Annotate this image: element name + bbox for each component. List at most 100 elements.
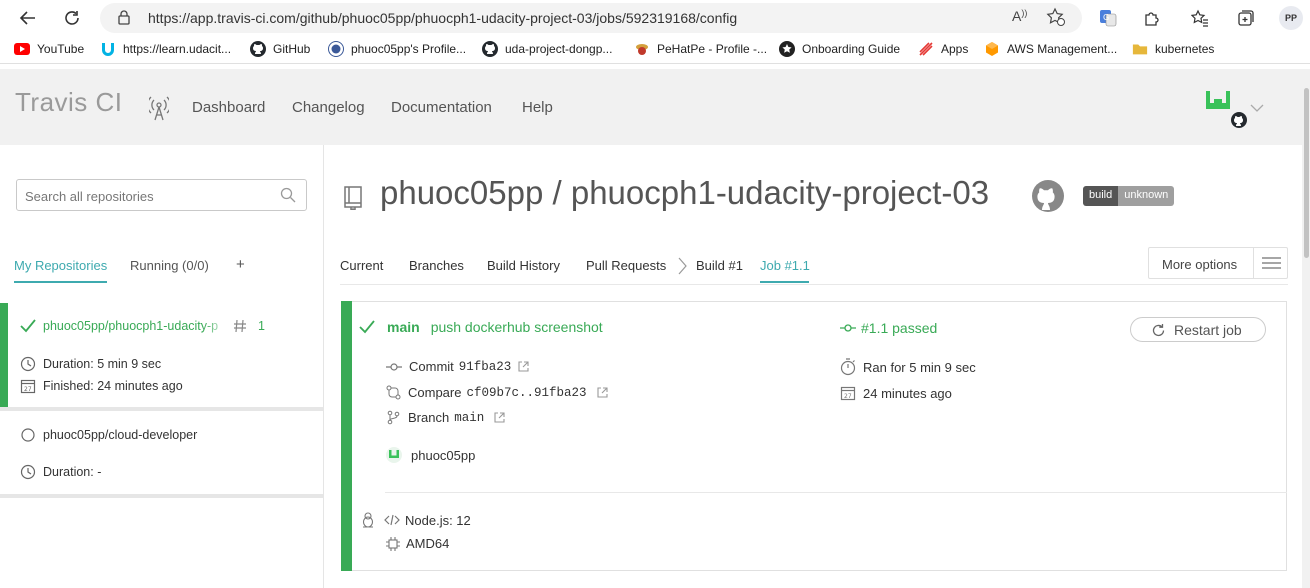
refresh-button[interactable] bbox=[60, 6, 84, 30]
external-link-icon[interactable] bbox=[518, 361, 529, 372]
bookmark-aws[interactable]: AWS Management... bbox=[984, 41, 1117, 57]
travis-logo[interactable]: Travis CI bbox=[15, 87, 123, 118]
branch-value-link[interactable]: main bbox=[454, 411, 484, 425]
sidebar: Search all repositories My Repositories … bbox=[0, 145, 324, 588]
svg-text:27: 27 bbox=[24, 386, 32, 393]
build-number-link[interactable]: 1 bbox=[258, 319, 265, 333]
favorite-button[interactable] bbox=[1046, 7, 1066, 30]
commit-label: Commit bbox=[409, 359, 454, 374]
browser-toolbar: https://app.travis-ci.com/github/phuoc05… bbox=[0, 0, 1310, 36]
external-link-icon[interactable] bbox=[596, 387, 608, 398]
translate-extension-button[interactable]: G bbox=[1098, 8, 1118, 28]
nav-dashboard[interactable]: Dashboard bbox=[192, 99, 265, 116]
bookmark-github[interactable]: GitHub bbox=[250, 41, 310, 57]
bookmark-apps[interactable]: Apps bbox=[918, 41, 968, 57]
repo-item-phuocph1-udacity[interactable]: phuoc05pp/phuocph1-udacity-p 1 Duration:… bbox=[0, 303, 323, 411]
repo-name-link[interactable]: phuoc05pp/cloud-developer bbox=[43, 428, 197, 442]
favorites-list-icon bbox=[1191, 9, 1208, 27]
tabs-divider bbox=[340, 284, 1288, 285]
bookmark-pehatpe[interactable]: PeHatPe - Profile -... bbox=[634, 41, 767, 57]
favorites-button[interactable] bbox=[1190, 8, 1210, 28]
bookmarks-bar: YouTube https://learn.udacit... GitHub p… bbox=[0, 36, 1310, 64]
commit-hash-link[interactable]: 91fba23 bbox=[459, 360, 512, 374]
extensions-button[interactable] bbox=[1142, 8, 1162, 28]
nav-changelog[interactable]: Changelog bbox=[292, 99, 365, 116]
url-text[interactable]: https://app.travis-ci.com/github/phuoc05… bbox=[148, 10, 737, 26]
back-arrow-icon bbox=[19, 11, 35, 25]
hash-icon bbox=[233, 319, 247, 333]
cpu-icon bbox=[386, 536, 400, 551]
compare-label: Compare bbox=[408, 385, 462, 400]
arch-text: AMD64 bbox=[406, 536, 450, 551]
repo-name-title[interactable]: phuocph1-udacity-project-03 bbox=[571, 174, 989, 211]
hamburger-menu-icon[interactable] bbox=[1253, 248, 1288, 278]
bookmark-profile[interactable]: phuoc05pp's Profile... bbox=[328, 41, 466, 57]
bookmark-label: PeHatPe - Profile -... bbox=[657, 42, 768, 56]
job-header: main push dockerhub screenshot bbox=[359, 319, 603, 335]
broadcast-icon[interactable] bbox=[146, 95, 172, 124]
build-status-badge[interactable]: build unknown bbox=[1083, 186, 1175, 206]
language-row: Node.js: 12 bbox=[361, 512, 471, 528]
job-state: #1.1 passed bbox=[840, 320, 937, 336]
bookmark-youtube[interactable]: YouTube bbox=[14, 41, 84, 57]
tab-pull-requests[interactable]: Pull Requests bbox=[586, 258, 666, 273]
tab-add-repository[interactable]: + bbox=[236, 256, 245, 273]
travis-header: Travis CI Dashboard Changelog Documentat… bbox=[0, 69, 1302, 145]
tab-job-1-1[interactable]: Job #1.1 bbox=[760, 258, 810, 273]
repo-item-cloud-developer[interactable]: phuoc05pp/cloud-developer Duration: - bbox=[0, 414, 323, 498]
tab-underline bbox=[14, 281, 107, 283]
github-link-icon[interactable] bbox=[1032, 180, 1064, 215]
tab-build-history[interactable]: Build History bbox=[487, 258, 560, 273]
bookmark-label: YouTube bbox=[37, 42, 85, 56]
search-input[interactable]: Search all repositories bbox=[16, 179, 307, 211]
repo-name-link[interactable]: phuoc05pp/phuocph1-udacity-p bbox=[43, 319, 231, 333]
calendar-icon: 27 bbox=[840, 385, 856, 401]
external-link-icon[interactable] bbox=[494, 412, 505, 423]
repo-owner-link[interactable]: phuoc05pp bbox=[380, 174, 543, 211]
restart-job-label: Restart job bbox=[1174, 322, 1242, 338]
nav-documentation[interactable]: Documentation bbox=[391, 99, 492, 116]
bookmark-uda-project[interactable]: uda-project-dongp... bbox=[482, 41, 612, 57]
job-state-label: #1.1 passed bbox=[861, 320, 938, 336]
address-bar[interactable]: https://app.travis-ci.com/github/phuoc05… bbox=[100, 3, 1082, 33]
chevron-down-icon[interactable] bbox=[1250, 101, 1264, 115]
restart-job-button[interactable]: Restart job bbox=[1130, 317, 1266, 342]
more-options-button[interactable]: More options bbox=[1148, 247, 1288, 279]
collections-icon bbox=[1238, 10, 1254, 26]
job-branch-link[interactable]: main bbox=[387, 319, 420, 335]
bookmark-kubernetes[interactable]: kubernetes bbox=[1132, 41, 1214, 57]
scrollbar-thumb[interactable] bbox=[1304, 88, 1309, 258]
profile-avatar[interactable]: PP bbox=[1279, 6, 1303, 30]
read-aloud-icon: A bbox=[1012, 8, 1022, 24]
bookmark-label: Apps bbox=[941, 42, 969, 56]
nav-help[interactable]: Help bbox=[522, 99, 553, 116]
divider bbox=[0, 407, 323, 411]
collections-button[interactable] bbox=[1236, 8, 1256, 28]
author-row: phuoc05pp bbox=[386, 447, 475, 463]
compare-range-link[interactable]: cf09b7c..91fba23 bbox=[466, 386, 586, 400]
page-title: phuoc05pp / phuocph1-udacity-project-03 bbox=[380, 174, 989, 212]
more-options-label: More options bbox=[1162, 257, 1238, 272]
commit-message-link[interactable]: push dockerhub screenshot bbox=[431, 319, 603, 335]
tab-build-1[interactable]: Build #1 bbox=[696, 258, 743, 273]
refresh-icon bbox=[65, 11, 79, 25]
search-icon bbox=[280, 187, 296, 206]
back-button[interactable] bbox=[16, 6, 40, 30]
tab-running[interactable]: Running (0/0) bbox=[130, 258, 209, 273]
tab-my-repositories[interactable]: My Repositories bbox=[14, 258, 107, 273]
bookmark-label: https://learn.udacit... bbox=[123, 42, 232, 56]
tab-current[interactable]: Current bbox=[340, 258, 383, 273]
bookmark-udacity[interactable]: https://learn.udacit... bbox=[100, 41, 231, 57]
branch-icon bbox=[386, 410, 401, 425]
card-divider bbox=[385, 492, 1287, 493]
tab-branches[interactable]: Branches bbox=[409, 258, 464, 273]
check-icon bbox=[20, 319, 36, 333]
code-icon bbox=[384, 514, 400, 526]
read-aloud-button[interactable]: A)) bbox=[1012, 8, 1027, 24]
author-name[interactable]: phuoc05pp bbox=[411, 448, 475, 463]
star-icon bbox=[779, 41, 795, 57]
bookmark-onboarding[interactable]: Onboarding Guide bbox=[779, 41, 900, 57]
user-avatar[interactable] bbox=[1204, 89, 1248, 132]
branch-row: Branch main bbox=[386, 410, 512, 425]
author-avatar-icon bbox=[386, 447, 402, 463]
